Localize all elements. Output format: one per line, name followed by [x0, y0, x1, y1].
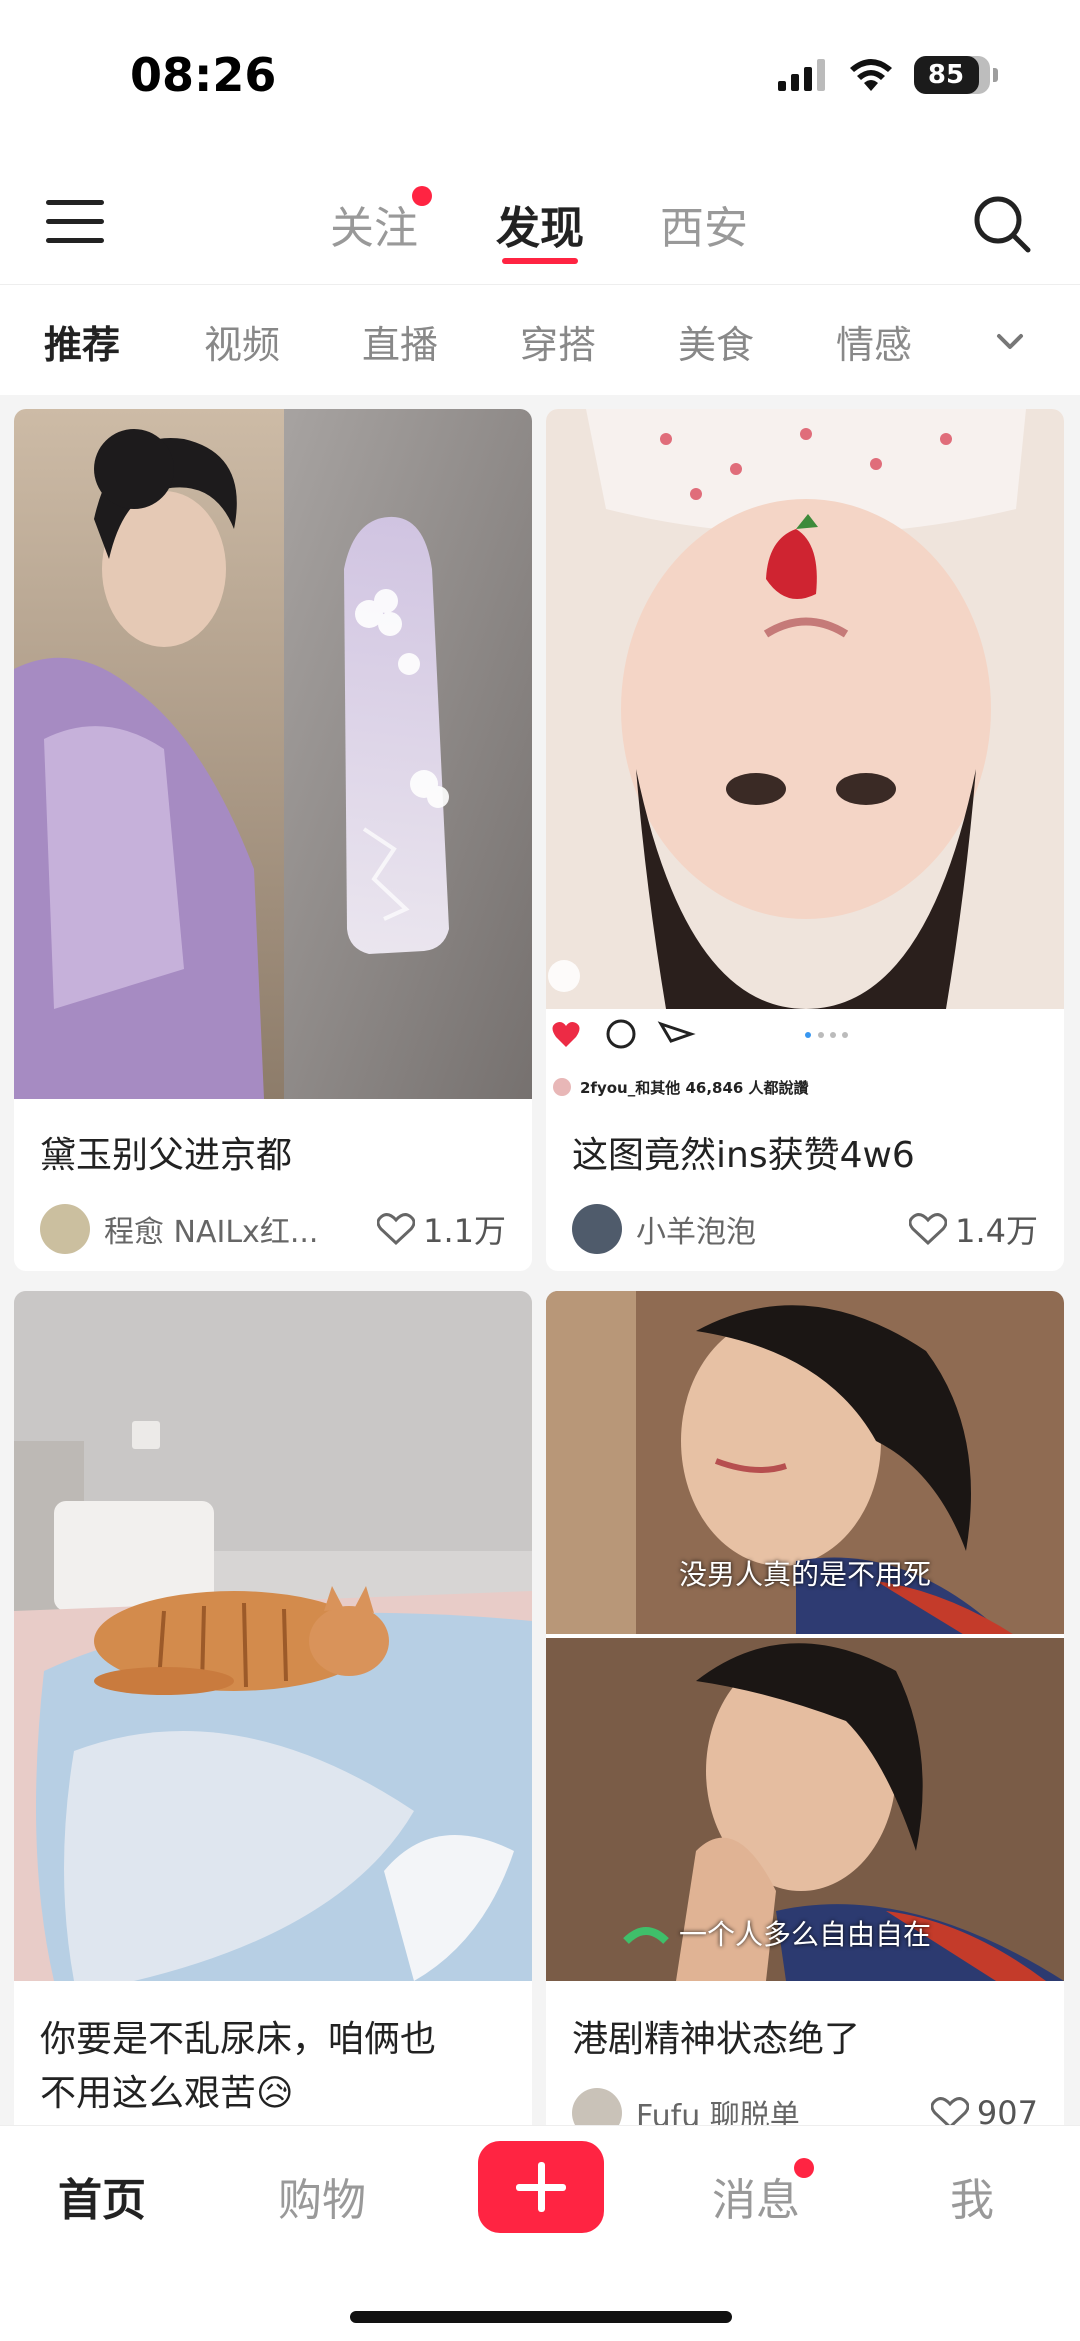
like-button[interactable]: 1.1万 [377, 1206, 506, 1252]
status-bar: 08:26 85 [0, 0, 1080, 150]
card-cover-image [546, 1291, 1064, 1981]
avatar[interactable] [572, 1204, 622, 1254]
notification-dot [412, 186, 432, 206]
card-title-line-1: 你要是不乱尿床，咱俩也 [40, 2019, 437, 2060]
chevron-down-icon [997, 334, 1023, 349]
battery-icon: 85 [914, 56, 998, 94]
card-meta: Fufu 聊脱单 907 [572, 2085, 1038, 2125]
feed-card[interactable]: 2fyou_和其他 46,846 人都說讚 这图竟然ins获赞4w6 小羊泡泡 … [546, 409, 1064, 1271]
card-cover-image [14, 1291, 532, 1981]
top-nav: 关注 发现 西安 [0, 170, 1080, 285]
card-title-line-2: 不用这么艰苦😥 [40, 2073, 294, 2114]
category-video[interactable]: 视频 [204, 314, 280, 369]
publish-button[interactable] [478, 2141, 604, 2233]
tab-messages-label: 消息 [712, 2175, 800, 2226]
feed-card[interactable]: 没男人真的是不用死 一个人多么自由自在 港剧精神状态绝了 Fufu 聊脱单 90… [546, 1291, 1064, 2125]
card-meta: 程愈 NAILx红... 1.1万 [40, 1201, 506, 1257]
tab-me[interactable]: 我 [950, 2164, 994, 2228]
search-icon [974, 196, 1031, 253]
bottom-tab-bar: 首页 购物 消息 我 [0, 2125, 1080, 2341]
wifi-icon [850, 59, 892, 91]
tab-home[interactable]: 首页 [58, 2164, 146, 2228]
category-outfit[interactable]: 穿搭 [520, 314, 596, 369]
category-live[interactable]: 直播 [362, 314, 438, 369]
home-indicator [350, 2311, 732, 2323]
battery-percent: 85 [927, 60, 965, 90]
video-subtitle-bottom: 一个人多么自由自在 [678, 1918, 931, 1951]
card-cover-image [14, 409, 532, 1099]
cellular-signal-icon [778, 59, 825, 91]
feed-card[interactable]: 黛玉别父进京都 程愈 NAILx红... 1.1万 [14, 409, 532, 1271]
heart-outline-icon [377, 1213, 416, 1246]
category-more-button[interactable] [985, 322, 1035, 362]
menu-icon [46, 200, 104, 205]
video-subtitle-top: 没男人真的是不用死 [678, 1558, 931, 1591]
search-button[interactable] [970, 192, 1034, 256]
status-time: 08:26 [130, 48, 277, 102]
like-count: 907 [976, 2094, 1038, 2125]
card-title: 港剧精神状态绝了 [572, 2019, 861, 2060]
battery-cap [993, 68, 998, 82]
category-bar: 推荐 视频 直播 穿搭 美食 情感 [0, 300, 1080, 382]
notification-dot [794, 2158, 814, 2178]
avatar[interactable] [572, 2088, 622, 2125]
tab-shopping[interactable]: 购物 [278, 2164, 366, 2228]
category-food[interactable]: 美食 [678, 314, 754, 369]
card-cover-image [546, 409, 1064, 1099]
active-tab-indicator [502, 258, 578, 264]
tab-local[interactable]: 西安 [660, 192, 748, 256]
insta-likes-text: 2fyou_和其他 46,846 人都說讚 [580, 1079, 809, 1097]
status-icons: 85 [778, 56, 998, 94]
like-count: 1.4万 [955, 1212, 1038, 1250]
tab-messages[interactable]: 消息 [712, 2158, 814, 2228]
heart-outline-icon [909, 1213, 948, 1246]
author-name[interactable]: Fufu 聊脱单 [636, 2091, 931, 2125]
card-title: 这图竟然ins获赞4w6 [572, 1135, 915, 1176]
tab-local-label: 西安 [660, 203, 748, 254]
tab-discover[interactable]: 发现 [496, 192, 584, 256]
like-count: 1.1万 [423, 1212, 506, 1250]
author-name[interactable]: 小羊泡泡 [636, 1207, 909, 1251]
like-button[interactable]: 1.4万 [909, 1206, 1038, 1252]
heart-outline-icon [930, 2097, 969, 2125]
card-title: 黛玉别父进京都 [40, 1135, 293, 1176]
avatar[interactable] [40, 1204, 90, 1254]
tab-discover-label: 发现 [496, 203, 584, 254]
feed-card[interactable]: 你要是不乱尿床，咱俩也 不用这么艰苦😥 [14, 1291, 532, 2125]
menu-button[interactable] [46, 200, 104, 248]
tab-following[interactable]: 关注 [330, 186, 432, 256]
like-button[interactable]: 907 [930, 2094, 1038, 2125]
category-recommend[interactable]: 推荐 [44, 314, 120, 369]
card-meta: 小羊泡泡 1.4万 [572, 1201, 1038, 1257]
feed: 黛玉别父进京都 程愈 NAILx红... 1.1万 2fyou_和其他 46,8… [0, 395, 1080, 2125]
author-name[interactable]: 程愈 NAILx红... [104, 1207, 377, 1251]
tab-following-label: 关注 [330, 203, 418, 254]
